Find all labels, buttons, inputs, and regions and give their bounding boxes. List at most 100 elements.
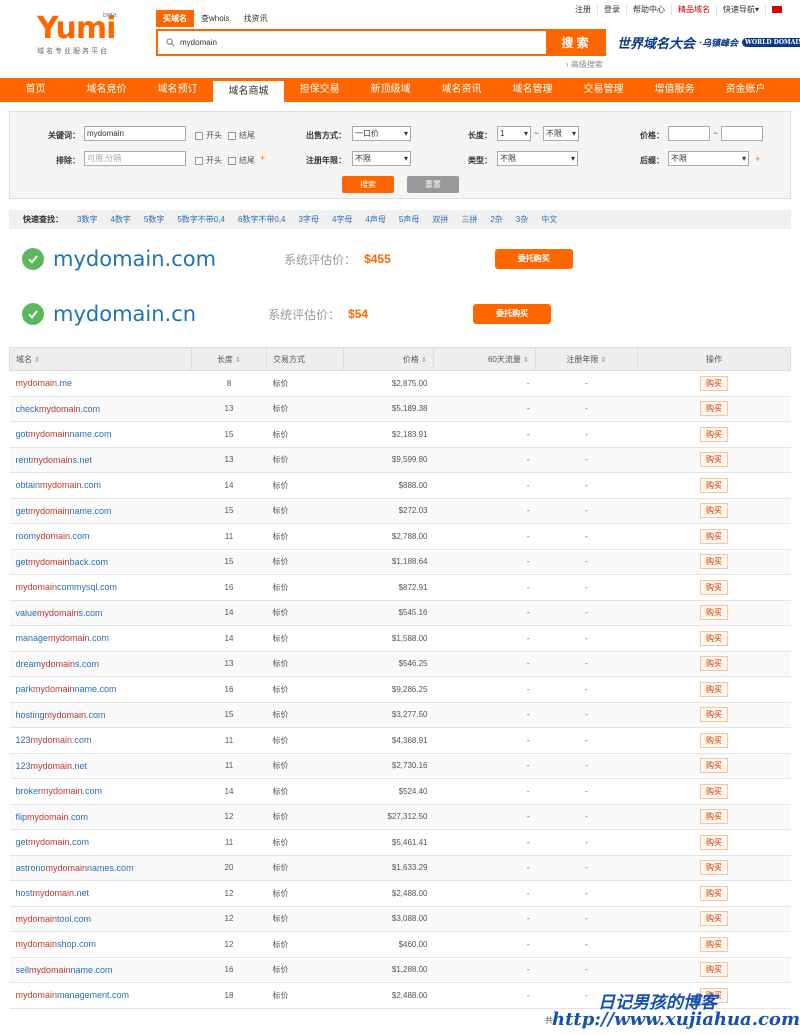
exclude-starts-checkbox[interactable]: 开头 <box>195 155 222 166</box>
nav-account[interactable]: 资金账户 <box>710 78 781 102</box>
domain-name-cell[interactable]: getmydomain.com <box>9 829 192 856</box>
advanced-search-link[interactable]: › 高级搜索 <box>566 59 603 70</box>
search-input[interactable]: mydomain <box>177 38 546 47</box>
exclude-ends-checkbox[interactable]: 结尾 <box>228 155 255 166</box>
quick-chinese[interactable]: 中文 <box>541 214 557 225</box>
domain-name-cell[interactable]: roomydomain.com <box>9 523 192 550</box>
buy-button[interactable]: 购买 <box>700 962 728 978</box>
help-link[interactable]: 帮助中心 <box>625 5 671 15</box>
exclude-input[interactable]: 可用,分隔 <box>84 151 186 166</box>
tab-whois[interactable]: 查whois <box>194 10 236 27</box>
keyword-input[interactable]: mydomain <box>84 126 186 141</box>
domain-name-cell[interactable]: dreamydomains.com <box>9 651 192 677</box>
nav-preorder[interactable]: 域名预订 <box>142 78 213 102</box>
domain-name-cell[interactable]: hostmydomain.net <box>9 880 192 907</box>
search-button[interactable]: 搜 索 <box>546 31 604 54</box>
domain-name-cell[interactable]: astronomydomainnames.com <box>9 855 192 881</box>
conference-banner[interactable]: 世界域名大会 ·乌镇峰会 WORLD DOMAIN <box>617 32 800 52</box>
nav-news[interactable]: 域名资讯 <box>426 78 497 102</box>
domain-name-cell[interactable]: obtainmydomain.com <box>9 472 192 499</box>
filter-search-button[interactable]: 搜索 <box>342 176 394 193</box>
nav-auction[interactable]: 域名竞价 <box>71 78 142 102</box>
nav-value-added[interactable]: 增值服务 <box>639 78 710 102</box>
domain-name-cell[interactable]: mydomain.me <box>9 370 192 397</box>
buy-button[interactable]: 购买 <box>700 707 728 723</box>
reg-years-select[interactable]: 不限 <box>352 151 411 166</box>
price-min-input[interactable] <box>668 126 710 141</box>
quick-3-mixed[interactable]: 3杂 <box>516 214 528 225</box>
buy-button[interactable]: 购买 <box>700 579 728 595</box>
domain-name-cell[interactable]: getmydomainback.com <box>9 549 192 575</box>
nav-domain-store[interactable]: 域名商城 <box>213 80 284 102</box>
price-max-input[interactable] <box>721 126 763 141</box>
buy-button[interactable]: 购买 <box>700 401 728 417</box>
buy-button[interactable]: 购买 <box>700 809 728 825</box>
quick-3-digits[interactable]: 3数字 <box>77 214 97 225</box>
buy-button[interactable]: 购买 <box>700 426 728 442</box>
buy-button[interactable]: 购买 <box>700 630 728 646</box>
domain-name-cell[interactable]: sellmydomainname.com <box>9 957 192 983</box>
col-traffic[interactable]: 60天流量 ⇕ <box>433 347 536 371</box>
quick-nav-link[interactable]: 快速导航▾ <box>715 5 765 15</box>
domain-name-cell[interactable]: getmydomainname.com <box>9 498 192 524</box>
tab-buy-domain[interactable]: 买域名 <box>156 10 194 27</box>
nav-home[interactable]: 首页 <box>0 78 71 102</box>
quick-double-pinyin[interactable]: 双拼 <box>432 214 448 225</box>
col-price[interactable]: 价格 ⇕ <box>343 347 434 371</box>
filter-reset-button[interactable]: 重置 <box>407 176 459 193</box>
buy-button[interactable]: 购买 <box>700 375 728 391</box>
buy-button[interactable]: 购买 <box>700 860 728 876</box>
buy-button[interactable]: 购买 <box>700 681 728 697</box>
tab-news[interactable]: 找资讯 <box>236 10 274 27</box>
buy-button[interactable]: 购买 <box>700 656 728 672</box>
quick-5-digits-no04[interactable]: 5数字不带0,4 <box>177 214 225 225</box>
length-min-select[interactable]: 1 <box>497 126 531 141</box>
buy-button[interactable]: 购买 <box>700 528 728 544</box>
quick-triple-pinyin[interactable]: 三拼 <box>461 214 477 225</box>
buy-button[interactable]: 购买 <box>700 758 728 774</box>
quick-2-mixed[interactable]: 2杂 <box>490 214 502 225</box>
entrust-buy-button[interactable]: 委托购买 <box>473 304 552 324</box>
domain-name-cell[interactable]: hostingmydomain.com <box>9 702 192 728</box>
domain-name-cell[interactable]: mydomaincommysql.com <box>9 574 192 601</box>
quick-4-digits[interactable]: 4数字 <box>110 214 130 225</box>
quick-4-initials[interactable]: 4声母 <box>365 214 385 225</box>
premium-domains-link[interactable]: 精品域名 <box>670 5 716 15</box>
ends-with-checkbox[interactable]: 结尾 <box>228 130 255 141</box>
col-length[interactable]: 长度 ⇕ <box>191 347 267 371</box>
quick-3-letters[interactable]: 3字母 <box>299 214 319 225</box>
buy-button[interactable]: 购买 <box>700 452 728 468</box>
domain-name-cell[interactable]: flipmydomain.com <box>9 804 192 830</box>
buy-button[interactable]: 购买 <box>700 936 728 952</box>
buy-button[interactable]: 购买 <box>700 783 728 799</box>
buy-button[interactable]: 购买 <box>700 911 728 927</box>
quick-5-digits[interactable]: 5数字 <box>144 214 164 225</box>
domain-name-cell[interactable]: mydomaintool.com <box>9 906 192 932</box>
buy-button[interactable]: 购买 <box>700 885 728 901</box>
buy-button[interactable]: 购买 <box>700 554 728 570</box>
logo[interactable]: Yumi beta 域名专业服务平台 <box>37 12 127 56</box>
starts-with-checkbox[interactable]: 开头 <box>195 130 222 141</box>
domain-name-cell[interactable]: 123mydomain.com <box>9 727 192 754</box>
quick-5-initials[interactable]: 5声母 <box>399 214 419 225</box>
quick-4-letters[interactable]: 4字母 <box>332 214 352 225</box>
domain-name-cell[interactable]: gotmydomainname.com <box>9 421 192 448</box>
sale-method-select[interactable]: 一口价 <box>352 126 411 141</box>
buy-button[interactable]: 购买 <box>700 834 728 850</box>
domain-name-cell[interactable]: valuemydomains.com <box>9 600 192 626</box>
buy-button[interactable]: 购买 <box>700 732 728 748</box>
nav-domain-mgmt[interactable]: 域名管理 <box>497 78 568 102</box>
buy-button[interactable]: 购买 <box>700 503 728 519</box>
quick-6-digits-no04[interactable]: 6数字不带0,4 <box>238 214 286 225</box>
domain-name-cell[interactable]: checkmydomain.com <box>9 396 192 422</box>
flag-icon[interactable] <box>765 5 788 15</box>
domain-name-cell[interactable]: parkmydomainname.com <box>9 676 192 703</box>
nav-escrow[interactable]: 担保交易 <box>284 78 355 102</box>
length-max-select[interactable]: 不限 <box>543 126 579 141</box>
type-select[interactable]: 不限 <box>497 151 578 166</box>
domain-name-cell[interactable]: rentmydomains.net <box>9 447 192 473</box>
nav-new-gtld[interactable]: 新顶级域 <box>355 78 426 102</box>
register-link[interactable]: 注册 <box>569 5 597 15</box>
suffix-select[interactable]: 不限 <box>668 151 749 166</box>
login-link[interactable]: 登录 <box>596 5 626 15</box>
